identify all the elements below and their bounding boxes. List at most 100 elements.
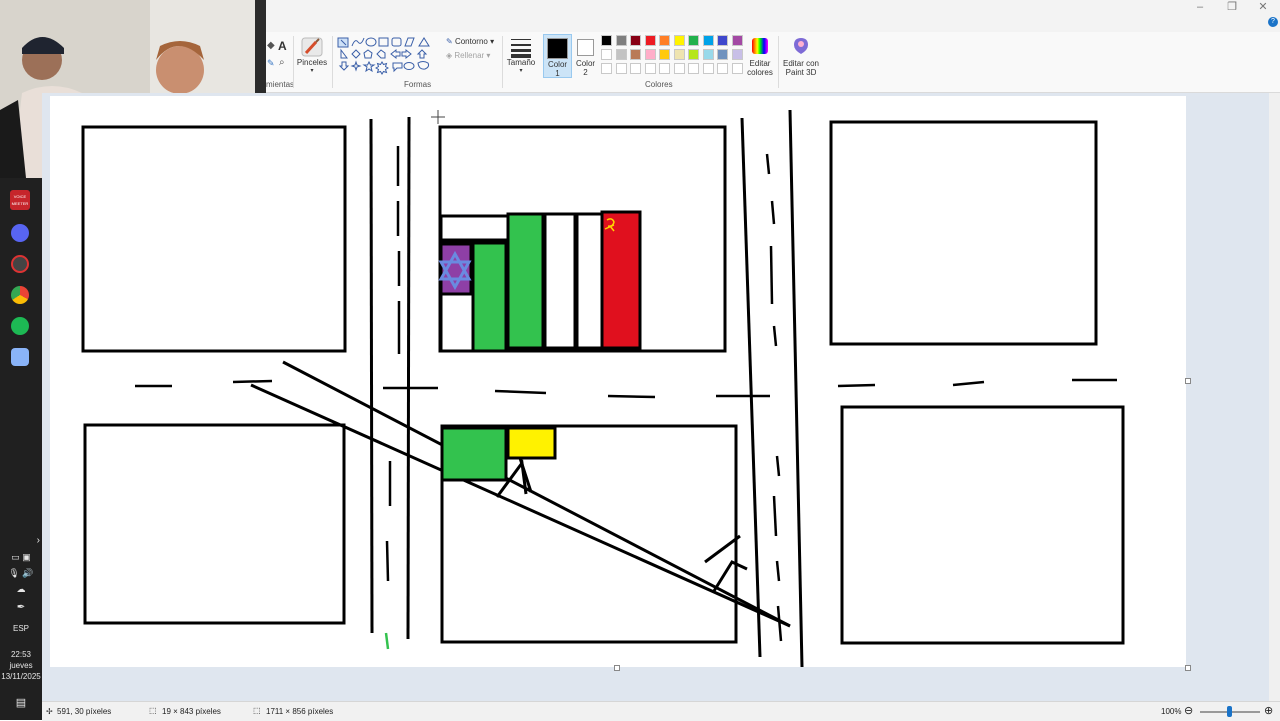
crosshair-cursor-icon	[431, 110, 445, 124]
brushes-label: Pinceles	[296, 58, 328, 67]
status-bar: ✢ 591, 30 píxeles ⬚ 19 × 843 píxeles ⬚ 1…	[42, 701, 1280, 721]
line-size-icon	[511, 39, 531, 58]
building-white-right	[575, 212, 604, 350]
palette-swatch[interactable]	[717, 35, 728, 46]
volume-icon[interactable]: 🎙 🔊	[0, 568, 42, 579]
palette-swatch[interactable]	[702, 63, 714, 74]
obs-icon[interactable]	[11, 255, 29, 273]
outline-icon: ✎	[446, 37, 453, 46]
drawing-canvas[interactable]	[50, 96, 1186, 668]
selection-size-icon: ⬚	[149, 706, 157, 715]
fill-bucket-icon[interactable]: ◆	[267, 40, 275, 51]
palette-swatch[interactable]	[659, 49, 670, 60]
resize-handle-corner[interactable]	[1185, 665, 1191, 671]
palette-swatch[interactable]	[659, 63, 670, 74]
palette-swatch[interactable]	[615, 49, 627, 60]
palette-swatch[interactable]	[673, 63, 685, 74]
building-green-1	[471, 241, 508, 353]
vertical-scrollbar[interactable]	[1269, 93, 1280, 701]
pen-icon[interactable]: ✒	[0, 602, 42, 613]
building-red	[600, 210, 642, 350]
zoom-slider-thumb[interactable]	[1227, 706, 1232, 717]
palette-swatch[interactable]	[615, 63, 627, 74]
spotify-icon[interactable]	[11, 317, 29, 335]
chevron-down-icon: ▾	[490, 37, 495, 46]
palette-swatch[interactable]	[630, 49, 641, 60]
close-button[interactable]: ✕	[1246, 0, 1280, 16]
clock-date: 13/11/2025	[1, 672, 41, 681]
color-picker-icon[interactable]: ✎	[267, 58, 275, 69]
palette-swatch[interactable]	[717, 49, 728, 60]
palette-swatch[interactable]	[644, 63, 656, 74]
zoom-in-button[interactable]: ⊕	[1264, 704, 1273, 717]
palette-swatch[interactable]	[615, 35, 627, 46]
fill-dropdown[interactable]: ◈ Rellenar ▾	[446, 51, 490, 60]
taskbar: VOICE MEETER › ▭ ▣ 🎙 🔊 ☁ ✒ ESP 22:53 jue…	[0, 178, 42, 720]
palette-swatch[interactable]	[630, 35, 641, 46]
palette-swatch[interactable]	[717, 63, 728, 74]
chrome-icon[interactable]	[11, 286, 29, 304]
language-indicator[interactable]: ESP	[0, 624, 42, 633]
palette-swatch[interactable]	[673, 49, 685, 60]
outline-dropdown[interactable]: ✎ Contorno ▾	[446, 37, 494, 46]
paint3d-button[interactable]: Editar con Paint 3D	[780, 36, 822, 78]
palette-swatch[interactable]	[601, 63, 612, 74]
chevron-down-icon: ▾	[310, 68, 314, 74]
palette-swatch[interactable]	[659, 35, 670, 46]
building-white-top	[439, 214, 510, 242]
block-top-right	[829, 120, 1098, 346]
brushes-button[interactable]: Pinceles ▾	[296, 36, 328, 78]
color2-button[interactable]: Color 2	[572, 34, 599, 78]
minimize-button[interactable]: –	[1183, 0, 1217, 16]
cursor-position: 591, 30 píxeles	[57, 707, 112, 716]
magnifier-icon[interactable]: ⌕	[279, 57, 285, 68]
palette-swatch[interactable]	[688, 49, 699, 60]
palette-swatch[interactable]	[702, 49, 714, 60]
edit-colors-button[interactable]: Editar colores	[745, 36, 775, 78]
palette-swatch[interactable]	[644, 49, 656, 60]
tools-group-label: mientas	[266, 80, 295, 89]
palette-swatch[interactable]	[601, 49, 612, 60]
help-icon[interactable]: ?	[1268, 17, 1278, 27]
clock-day: jueves	[9, 661, 33, 670]
cloud-icon[interactable]: ☁	[0, 584, 42, 595]
palette-swatch[interactable]	[630, 63, 641, 74]
resize-handle-bottom[interactable]	[614, 665, 620, 671]
palette-swatch[interactable]	[688, 35, 699, 46]
zoom-out-button[interactable]: ⊖	[1184, 704, 1193, 717]
voicemeeter-icon[interactable]: VOICE MEETER	[10, 190, 30, 210]
palette-swatch[interactable]	[688, 63, 699, 74]
palette-swatch[interactable]	[601, 35, 612, 46]
chevron-down-icon: ▾	[519, 68, 523, 74]
palette-swatch[interactable]	[731, 49, 743, 60]
size-label: Tamaño	[506, 58, 536, 67]
outline-label: Contorno	[454, 37, 488, 46]
restore-button[interactable]: ❐	[1215, 0, 1249, 16]
notifications-icon[interactable]: ▤	[0, 696, 42, 709]
palette-swatch[interactable]	[731, 63, 743, 74]
color-wheel-icon	[752, 38, 768, 54]
clock-time[interactable]: 22:53	[0, 650, 42, 659]
edit-colors-label-a: Editar	[749, 59, 771, 68]
palette-swatch[interactable]	[644, 35, 656, 46]
edit-colors-label-b: colores	[747, 68, 773, 77]
tray-icons[interactable]: ▭ ▣	[0, 552, 42, 563]
title-bar: – ❐ ✕ ?	[266, 0, 1280, 32]
image-size-icon: ⬚	[253, 706, 261, 715]
palette-swatch[interactable]	[673, 35, 685, 46]
size-button[interactable]: Tamaño ▾	[506, 36, 536, 78]
chevron-right-icon[interactable]: ›	[10, 535, 40, 546]
color2-label-a: Color	[575, 59, 596, 68]
text-tool-icon[interactable]: A	[278, 39, 287, 53]
colors-group-label: Colores	[645, 80, 673, 89]
palette-swatch[interactable]	[731, 35, 743, 46]
discord-icon[interactable]	[11, 224, 29, 242]
separator	[293, 36, 294, 88]
paint-icon[interactable]	[11, 348, 29, 366]
color1-label-a: Color	[547, 60, 568, 69]
fill-icon: ◈	[446, 51, 453, 60]
resize-handle-right[interactable]	[1185, 378, 1191, 384]
shapes-gallery[interactable]	[336, 36, 436, 76]
color1-button[interactable]: Color 1	[543, 34, 572, 78]
palette-swatch[interactable]	[702, 35, 714, 46]
